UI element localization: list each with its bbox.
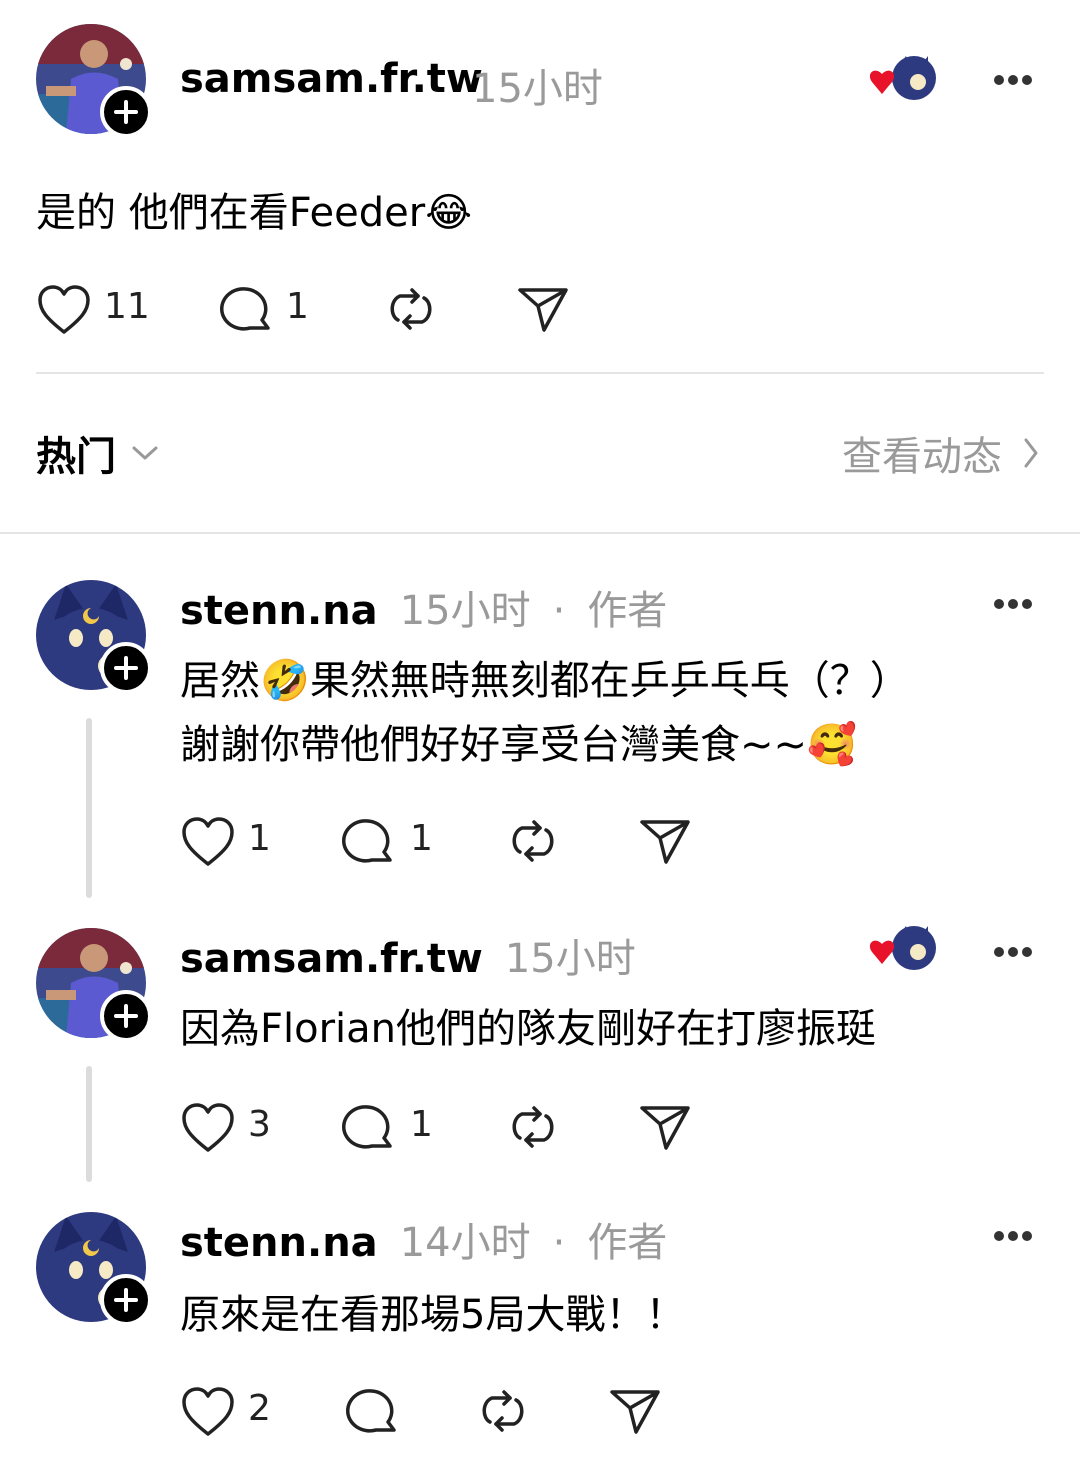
like-button[interactable] (180, 1102, 236, 1158)
sort-dropdown[interactable]: 热门 (36, 424, 160, 482)
comment-time: 14小时 (399, 1220, 531, 1266)
reply-count: 1 (286, 286, 309, 327)
follow-plus-icon[interactable] (100, 990, 152, 1042)
view-activity-label: 查看动态 (842, 434, 1002, 480)
reply-count: 1 (410, 818, 433, 859)
heart-cat-badge-icon (869, 926, 936, 970)
liked-by-author-indicator (866, 924, 938, 980)
share-button[interactable] (638, 1102, 692, 1156)
repost-button[interactable] (476, 1384, 530, 1442)
more-options-icon[interactable] (992, 596, 1034, 615)
meta-separator: · (552, 588, 566, 634)
send-arrow-icon (640, 820, 690, 864)
comment-text-line-1: 居然🤣果然無時無刻都在乒乒乓乓（？） (180, 648, 910, 706)
comment-header: stenn.na 15小时 · 作者 (180, 578, 667, 636)
like-button[interactable] (36, 284, 92, 340)
chevron-down-icon (132, 446, 158, 460)
comment-time: 15小时 (399, 588, 531, 634)
reply-button[interactable] (346, 1386, 400, 1442)
repost-button[interactable] (384, 282, 438, 340)
comment-username[interactable]: stenn.na (180, 588, 378, 634)
comment-username[interactable]: samsam.fr.tw (180, 936, 483, 982)
reply-button[interactable] (220, 284, 274, 340)
comment-bubble-icon (346, 1389, 396, 1433)
comment-text-part: 果然無時無刻都在乒乒乓乓（？） (309, 658, 910, 704)
heart-icon (182, 817, 234, 866)
follow-plus-icon[interactable] (100, 86, 152, 138)
post-text: 是的 他們在看Feeder😂 (36, 180, 472, 238)
like-count: 1 (248, 818, 271, 859)
send-arrow-icon (518, 288, 568, 332)
liked-by-author-indicator (866, 54, 938, 110)
post-username[interactable]: samsam.fr.tw (180, 56, 483, 102)
repost-icon (390, 288, 432, 330)
heart-cat-badge-icon (869, 56, 936, 100)
repost-icon (512, 1106, 554, 1148)
comment-bubble-icon (342, 1105, 392, 1149)
post-text-content: 是的 他們在看Feeder (36, 190, 426, 236)
like-count: 11 (104, 286, 150, 327)
comment-text: 因為Florian他們的隊友剛好在打廖振珽 (180, 1006, 877, 1052)
section-divider (0, 532, 1080, 534)
more-options-icon[interactable] (992, 72, 1034, 91)
comment-bubble-icon (342, 819, 392, 863)
more-options-icon[interactable] (992, 1228, 1034, 1247)
like-count: 2 (248, 1388, 271, 1429)
heart-icon (182, 1387, 234, 1436)
reply-button[interactable] (342, 1102, 396, 1158)
repost-icon (482, 1390, 524, 1432)
meta-separator: · (552, 1220, 566, 1266)
post-time: 15小时 (472, 66, 603, 112)
send-arrow-icon (640, 1106, 690, 1150)
author-tag: 作者 (587, 588, 668, 634)
comment-header: stenn.na 14小时 · 作者 (180, 1210, 667, 1268)
heart-icon (38, 285, 90, 334)
share-button[interactable] (608, 1386, 662, 1440)
comment-text: 原來是在看那場5局大戰！！ (180, 1292, 686, 1338)
comment-username[interactable]: stenn.na (180, 1220, 378, 1266)
comment-text-part: 謝謝你帶他們好好享受台灣美食~~ (180, 722, 808, 768)
repost-icon (512, 820, 554, 862)
chevron-right-icon (1024, 438, 1038, 468)
comment-text-part: 居然 (180, 658, 260, 704)
sort-label: 热门 (36, 434, 116, 480)
share-button[interactable] (516, 284, 570, 338)
comment-header: samsam.fr.tw 15小时 (180, 926, 636, 984)
emoji-smiling-hearts: 🥰 (807, 722, 857, 768)
share-button[interactable] (638, 816, 692, 870)
like-button[interactable] (180, 816, 236, 872)
author-tag: 作者 (587, 1220, 668, 1266)
comment-time: 15小时 (504, 936, 636, 982)
view-activity-link[interactable]: 查看动态 (842, 424, 1040, 482)
emoji-tears-of-joy: 😂 (425, 190, 472, 236)
like-count: 3 (248, 1104, 271, 1145)
follow-plus-icon[interactable] (100, 642, 152, 694)
reply-count: 1 (410, 1104, 433, 1145)
repost-button[interactable] (506, 814, 560, 872)
post-divider (36, 372, 1044, 374)
reply-button[interactable] (342, 816, 396, 872)
comment-bubble-icon (220, 287, 270, 331)
more-options-icon[interactable] (992, 944, 1034, 963)
heart-icon (182, 1103, 234, 1152)
emoji-rolling-laughing: 🤣 (260, 658, 310, 704)
follow-plus-icon[interactable] (100, 1274, 152, 1326)
thread-line (86, 1066, 92, 1182)
like-button[interactable] (180, 1386, 236, 1442)
send-arrow-icon (610, 1390, 660, 1434)
thread-line (86, 718, 92, 898)
repost-button[interactable] (506, 1100, 560, 1158)
comment-text-line-2: 謝謝你帶他們好好享受台灣美食~~🥰 (180, 712, 857, 770)
